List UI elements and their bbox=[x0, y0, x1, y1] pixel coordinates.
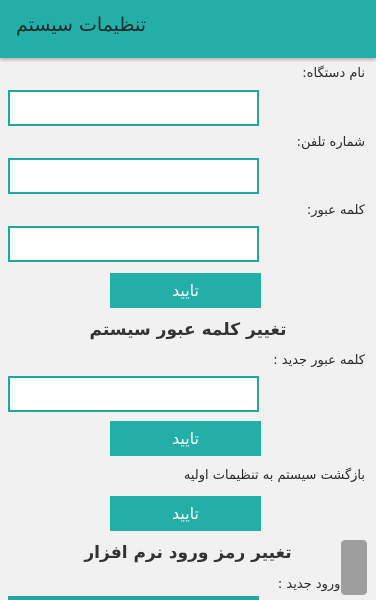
device-name-input[interactable] bbox=[8, 90, 259, 126]
password-input[interactable] bbox=[8, 226, 259, 262]
reset-settings-text: بازگشت سیستم به تنظیمات اولیه bbox=[183, 468, 365, 483]
new-code-input[interactable] bbox=[8, 596, 259, 600]
page-title: تنظیمات سیستم bbox=[16, 14, 147, 36]
change-password-heading: تغییر کلمه عبور سیستم bbox=[89, 320, 287, 340]
submit-button[interactable]: تایید bbox=[110, 273, 261, 308]
reset-submit-button[interactable]: تایید bbox=[110, 496, 261, 531]
password-label: کلمه عبور: bbox=[306, 203, 365, 218]
new-password-input[interactable] bbox=[8, 376, 259, 412]
scroll-thumb-icon[interactable] bbox=[341, 540, 367, 595]
device-name-label: نام دستگاه: bbox=[302, 66, 365, 81]
phone-label: شماره تلفن: bbox=[296, 135, 365, 150]
change-password-submit-button[interactable]: تایید bbox=[110, 421, 261, 456]
app-bar: تنظیمات سیستم bbox=[0, 0, 376, 58]
new-password-label: کلمه عبور جدید : bbox=[273, 353, 365, 368]
software-password-heading: تغییر رمز ورود نرم افزار bbox=[84, 543, 292, 563]
phone-input[interactable] bbox=[8, 158, 259, 194]
